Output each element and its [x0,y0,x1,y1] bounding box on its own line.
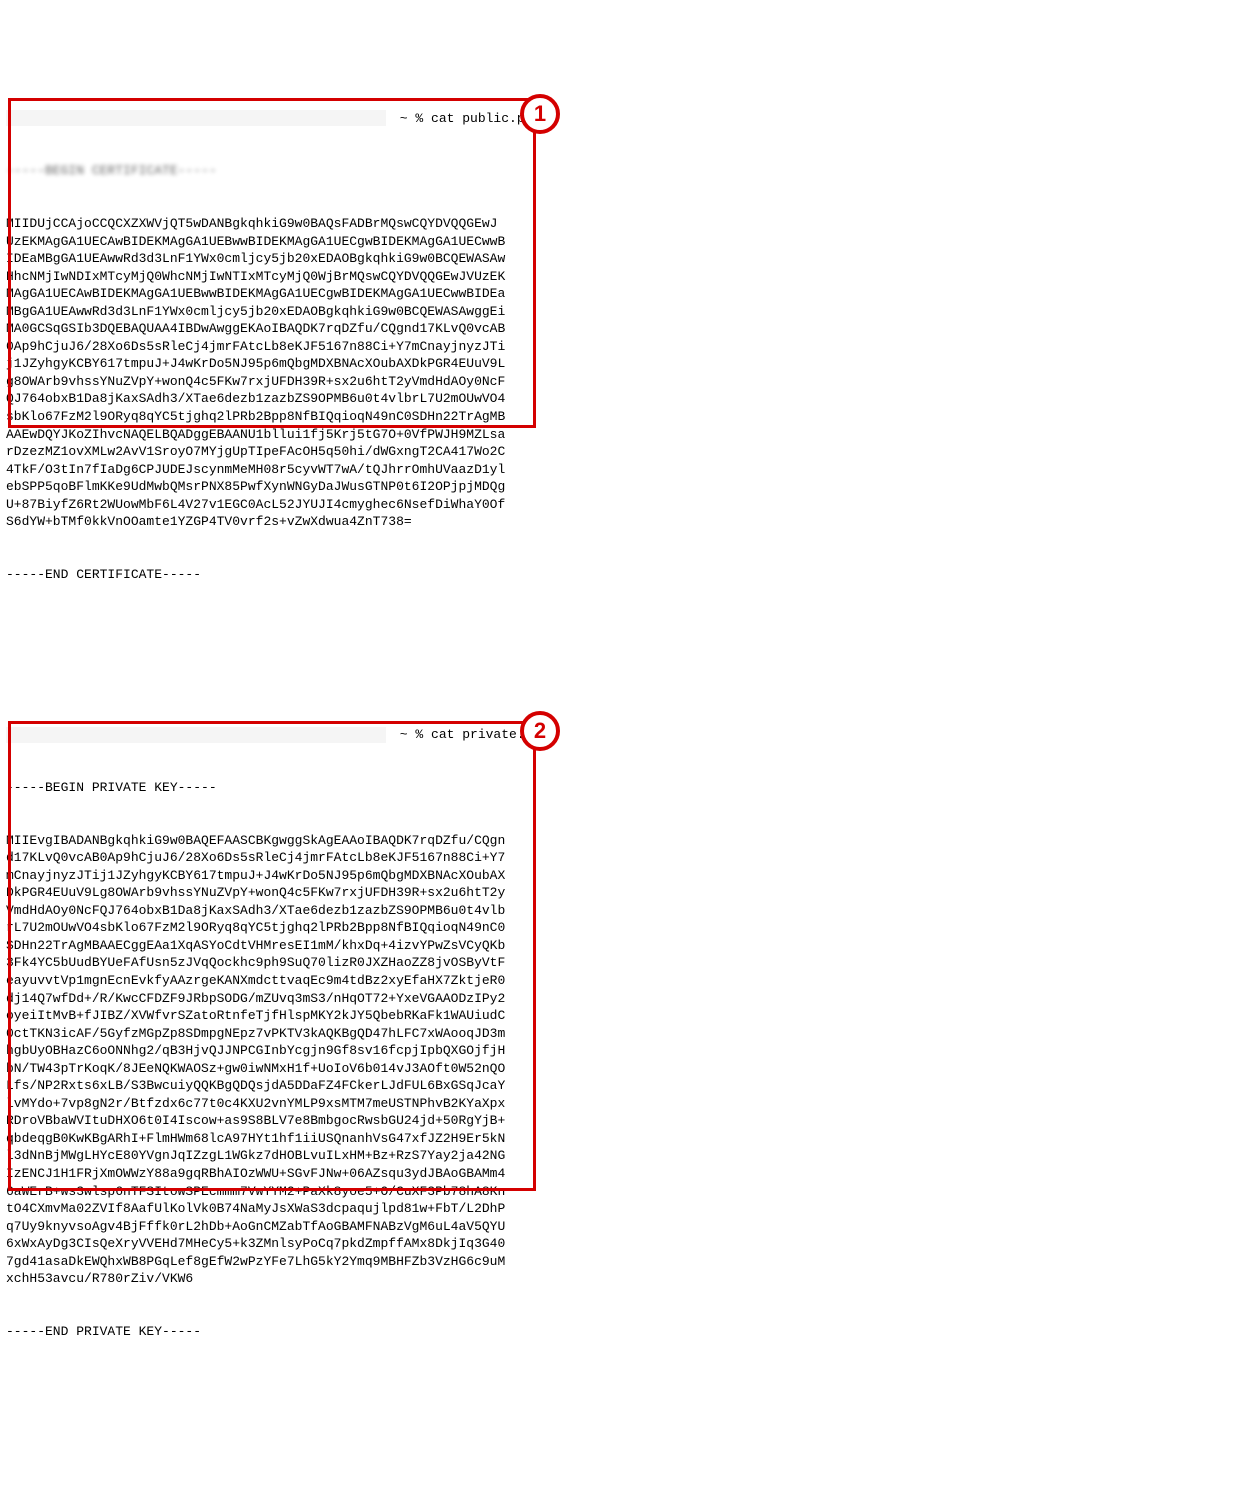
prompt-line-2: ~ % cat private.pem [6,726,1250,744]
public-cert-section: ~ % cat public.pem -----BEGIN CERTIFICAT… [6,74,1250,654]
prompt-symbol: ~ % cat public.pem [392,110,540,128]
begin-private-key-header: -----BEGIN PRIVATE KEY----- [6,779,1250,797]
prompt-line-1: ~ % cat public.pem [6,109,1250,127]
private-key-body: MIIEvgIBADANBgkqhkiG9w0BAQEFAASCBKgwggSk… [6,832,1250,1288]
annotation-circle-2: 2 [520,711,560,751]
public-cert-body: MIIDUjCCAjoCCQCXZXWVjQT5wDANBgkqhkiG9w0B… [6,215,1250,531]
annotation-circle-1: 1 [520,94,560,134]
begin-certificate-header: -----BEGIN CERTIFICATE----- [6,162,1250,180]
private-key-section: ~ % cat private.pem -----BEGIN PRIVATE K… [6,691,1250,1411]
prompt-user-host-blank [6,110,386,126]
end-certificate-header: -----END CERTIFICATE----- [6,566,1250,584]
prompt-user-host-blank-2 [6,727,386,743]
end-private-key-header: -----END PRIVATE KEY----- [6,1323,1250,1341]
